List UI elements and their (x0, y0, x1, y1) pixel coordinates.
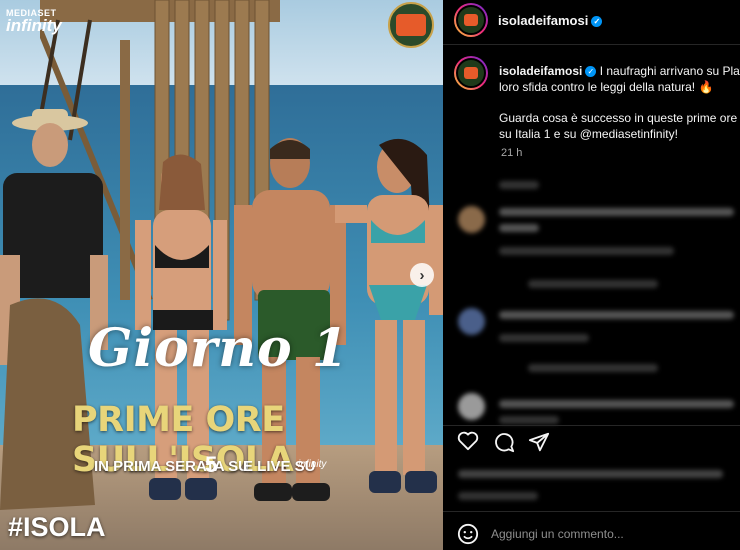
post-time: 21 h (501, 147, 523, 159)
header-divider (443, 44, 740, 45)
channel-5-logo: 5 (205, 452, 218, 477)
comment-icon[interactable] (493, 431, 515, 453)
post-caption: isoladeifamosi ✓ I naufraghi arrivano su … (499, 64, 740, 142)
giorno-title: Giorno 1 (88, 318, 350, 379)
next-slide-button[interactable]: › (410, 263, 434, 287)
mediaset-infinity-logo: MEDIASET infinity (6, 8, 62, 36)
chevron-right-icon: › (419, 266, 425, 284)
header-username-text[interactable]: isoladeifamosi (498, 13, 588, 28)
verified-badge-icon: ✓ (591, 16, 603, 28)
caption-username[interactable]: isoladeifamosi (499, 64, 582, 78)
subline-1: IN PRIMA SERATA SU (94, 458, 250, 475)
caption-line-4: su Italia 1 e su @mediasetinfinity! (499, 126, 678, 141)
comment-input[interactable]: Aggiungi un commento... (491, 527, 624, 541)
header-username[interactable]: isoladeifamosi ✓ (498, 13, 603, 28)
caption-line-3: Guarda cosa è successo in queste prime o… (499, 111, 740, 125)
share-icon[interactable] (528, 431, 550, 453)
caption-line-1: I naufraghi arrivano su Play (599, 64, 740, 78)
hashtag: #ISOLA (8, 512, 106, 542)
heart-icon[interactable] (457, 431, 479, 451)
isola-logo-badge (388, 2, 434, 48)
brand-bottom: infinity (6, 16, 62, 35)
emoji-icon[interactable] (457, 523, 479, 545)
header-avatar[interactable] (454, 3, 488, 37)
caption-verified-icon: ✓ (585, 66, 597, 78)
caption-line-2: loro sfida contro le leggi della natura!… (499, 79, 714, 94)
infinity-small-logo: infinity (298, 459, 327, 470)
actions-divider (443, 425, 740, 426)
caption-avatar[interactable] (454, 56, 488, 90)
post-media[interactable]: MEDIASET infinity › Giorno 1 PRIME ORE S… (0, 0, 443, 550)
input-divider (443, 511, 740, 512)
